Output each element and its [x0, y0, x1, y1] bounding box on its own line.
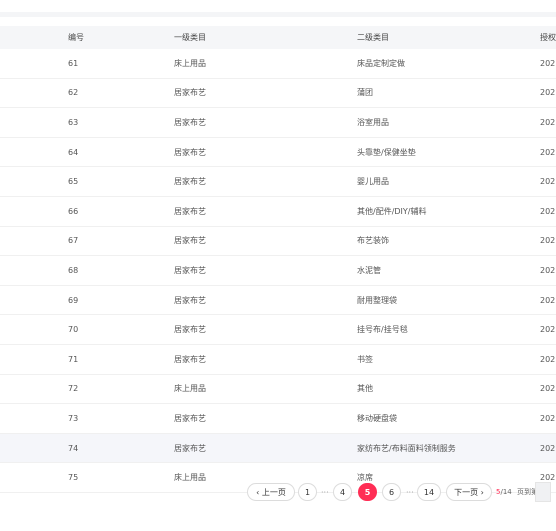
row-level1: 居家布艺 — [174, 117, 206, 127]
row-number: 68 — [68, 265, 79, 275]
table-row[interactable]: 63 居家布艺 浴室用品 202 — [0, 108, 556, 138]
row-number: 73 — [68, 413, 79, 423]
row-level2: 头靠垫/保健坐垫 — [357, 147, 416, 157]
row-level1: 床上用品 — [174, 384, 206, 394]
row-level2: 床品定制定做 — [357, 58, 405, 68]
pagination: ‹ 上一页 1 ··· 4 5 6 ··· 14 下一页 › 5/14 页到第 — [247, 481, 556, 503]
row-level1: 居家布艺 — [174, 325, 206, 335]
row-auth: 202 — [540, 88, 556, 98]
row-level1: 居家布艺 — [174, 206, 206, 216]
row-number: 72 — [68, 384, 79, 394]
header-auth: 授权 — [540, 33, 556, 42]
row-level2: 书签 — [357, 354, 373, 364]
row-number: 65 — [68, 177, 79, 187]
row-number: 67 — [68, 236, 79, 246]
next-page-button[interactable]: 下一页 › — [446, 483, 492, 501]
row-auth: 202 — [540, 443, 556, 453]
page-button-14[interactable]: 14 — [417, 483, 441, 501]
table-row[interactable]: 74 居家布艺 家纺布艺/布料面料领制服务 202 — [0, 433, 556, 464]
row-auth: 202 — [540, 206, 556, 216]
row-auth: 202 — [540, 265, 556, 275]
row-level1: 居家布艺 — [174, 295, 206, 305]
row-level1: 床上用品 — [174, 58, 206, 68]
row-level2: 其他/配件/DIY/辅料 — [357, 206, 427, 216]
row-level2: 挂号布/挂号毯 — [357, 325, 408, 335]
row-level2: 家纺布艺/布料面料领制服务 — [357, 443, 456, 453]
header-level1: 一级类目 — [174, 33, 206, 42]
table-row[interactable]: 62 居家布艺 蒲团 202 — [0, 79, 556, 109]
page-info: 5/14 — [496, 483, 512, 501]
row-auth: 202 — [540, 147, 556, 157]
pagination-ellipsis: ··· — [406, 487, 414, 497]
row-level2: 耐用整理袋 — [357, 295, 397, 305]
page-button-6[interactable]: 6 — [382, 483, 401, 501]
row-level1: 居家布艺 — [174, 177, 206, 187]
table-body: 61 床上用品 床品定制定做 202 62 居家布艺 蒲团 202 63 居家布艺 浴室用品 202 6… — [0, 49, 556, 493]
row-auth: 202 — [540, 384, 556, 394]
row-level1: 床上用品 — [174, 473, 206, 483]
page-button-1[interactable]: 1 — [298, 483, 317, 501]
row-number: 64 — [68, 147, 79, 157]
row-auth: 202 — [540, 295, 556, 305]
row-level1: 居家布艺 — [174, 354, 206, 364]
table-row[interactable]: 69 居家布艺 耐用整理袋 202 — [0, 286, 556, 316]
row-auth: 202 — [540, 354, 556, 364]
header-number: 编号 — [68, 33, 84, 42]
row-level2: 其他 — [357, 384, 373, 394]
pagination-ellipsis: ··· — [321, 487, 329, 497]
row-level2: 婴儿用品 — [357, 177, 389, 187]
category-table: 编号 一级类目 二级类目 授权 61 床上用品 床品定制定做 202 62 居家布艺 蒲团 2… — [0, 26, 556, 493]
row-number: 75 — [68, 473, 79, 483]
prev-page-button[interactable]: ‹ 上一页 — [247, 483, 295, 501]
top-bar — [0, 0, 556, 12]
row-auth: 202 — [540, 236, 556, 246]
table-row[interactable]: 66 居家布艺 其他/配件/DIY/辅料 202 — [0, 197, 556, 227]
row-level1: 居家布艺 — [174, 265, 206, 275]
page-button-5-current[interactable]: 5 — [358, 483, 377, 501]
row-level2: 水泥管 — [357, 265, 381, 275]
row-level1: 居家布艺 — [174, 443, 206, 453]
table-header: 编号 一级类目 二级类目 授权 — [0, 26, 556, 49]
row-auth: 202 — [540, 413, 556, 423]
table-row[interactable]: 64 居家布艺 头靠垫/保健坐垫 202 — [0, 138, 556, 168]
row-number: 70 — [68, 325, 79, 335]
row-level1: 居家布艺 — [174, 413, 206, 423]
table-row[interactable]: 70 居家布艺 挂号布/挂号毯 202 — [0, 315, 556, 345]
page-jump-input[interactable] — [535, 482, 551, 502]
row-number: 61 — [68, 58, 79, 68]
table-row[interactable]: 67 居家布艺 布艺装饰 202 — [0, 227, 556, 257]
row-level1: 居家布艺 — [174, 88, 206, 98]
page-button-4[interactable]: 4 — [333, 483, 352, 501]
row-level2: 移动硬盘袋 — [357, 413, 397, 423]
header-level2: 二级类目 — [357, 33, 389, 42]
row-level2: 浴室用品 — [357, 117, 389, 127]
row-number: 69 — [68, 295, 79, 305]
row-auth: 202 — [540, 117, 556, 127]
row-number: 66 — [68, 206, 79, 216]
row-auth: 202 — [540, 325, 556, 335]
table-row[interactable]: 65 居家布艺 婴儿用品 202 — [0, 167, 556, 197]
row-level1: 居家布艺 — [174, 236, 206, 246]
row-number: 62 — [68, 88, 79, 98]
total-pages: /14 — [500, 488, 512, 496]
row-number: 74 — [68, 443, 79, 453]
row-level1: 居家布艺 — [174, 147, 206, 157]
table-row[interactable]: 61 床上用品 床品定制定做 202 — [0, 49, 556, 79]
row-auth: 202 — [540, 177, 556, 187]
table-row[interactable]: 71 居家布艺 书签 202 — [0, 345, 556, 375]
row-number: 71 — [68, 354, 79, 364]
table-row[interactable]: 68 居家布艺 水泥管 202 — [0, 256, 556, 286]
table-row[interactable]: 72 床上用品 其他 202 — [0, 375, 556, 405]
row-number: 63 — [68, 117, 79, 127]
top-strip — [0, 12, 556, 17]
table-row[interactable]: 73 居家布艺 移动硬盘袋 202 — [0, 404, 556, 434]
row-level2: 布艺装饰 — [357, 236, 389, 246]
row-level2: 蒲团 — [357, 88, 373, 98]
row-auth: 202 — [540, 58, 556, 68]
